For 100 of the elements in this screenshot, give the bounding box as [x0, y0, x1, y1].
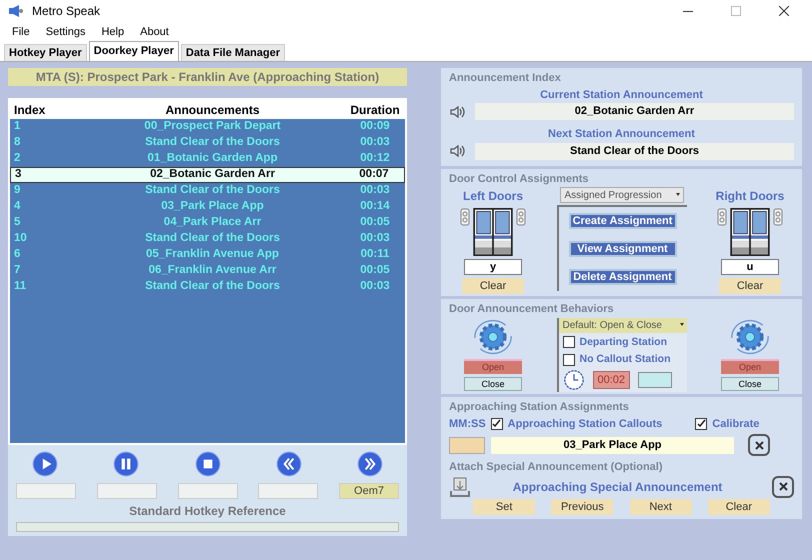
- special-button[interactable]: Next: [630, 498, 692, 514]
- time-field[interactable]: [449, 436, 485, 454]
- hotkey-field[interactable]: [16, 483, 76, 499]
- field-label: Current Station Announcement: [539, 88, 704, 102]
- table-cell-text: 7: [13, 263, 22, 278]
- group-title: Approaching Station Assignments: [449, 400, 629, 415]
- speaker-icon[interactable]: [449, 104, 467, 118]
- table-cell-text: 00_Prospect Park Depart: [143, 119, 282, 134]
- table-cell-text: Stand Clear of the Doors: [144, 135, 281, 150]
- menu-item[interactable]: File: [12, 24, 30, 40]
- switch-icon[interactable]: [516, 208, 526, 226]
- table-cell-text: Stand Clear of the Doors: [144, 231, 281, 246]
- field-label: Next Station Announcement: [547, 127, 696, 142]
- table-cell-text: 00:05: [359, 263, 391, 278]
- table-cell-text: 00:11: [360, 247, 390, 262]
- special-button[interactable]: Clear: [708, 498, 770, 514]
- left-doors-label: Left Doors: [463, 188, 523, 205]
- table-cell-text: 00:03: [359, 135, 391, 150]
- table-cell-text: 10: [13, 231, 28, 246]
- right-key-field[interactable]: u: [721, 259, 779, 275]
- reference-label: Standard Hotkey Reference: [128, 503, 287, 520]
- next-announcement-field: Stand Clear of the Doors: [475, 142, 794, 160]
- clear-button[interactable]: Clear: [719, 278, 781, 294]
- switch-icon[interactable]: [717, 208, 727, 226]
- time-format-label: MM:SS: [449, 416, 486, 432]
- assignment-button[interactable]: View Assignment: [568, 241, 676, 257]
- table-cell-text: 02_Botanic Garden Arr: [149, 167, 276, 182]
- checkbox[interactable]: [695, 418, 708, 430]
- play-button[interactable]: [32, 451, 58, 477]
- menu-item[interactable]: Help: [101, 24, 124, 40]
- app-icon: [8, 4, 24, 18]
- switch-icon[interactable]: [773, 208, 783, 226]
- menu-item[interactable]: About: [140, 24, 169, 40]
- table-cell-text: 9: [13, 183, 22, 198]
- close-door-button[interactable]: Close: [464, 376, 522, 390]
- table-cell-text: 00:03: [359, 183, 391, 198]
- tab[interactable]: Doorkey Player: [88, 41, 179, 61]
- table-cell-text: 4: [13, 199, 22, 214]
- hotkey-field[interactable]: [96, 483, 157, 499]
- left-key-field[interactable]: y: [464, 259, 522, 275]
- special-announcement-label: Approaching Special Announcement: [512, 478, 724, 496]
- stop-button[interactable]: [194, 451, 220, 477]
- group-title: Door Control Assignments: [449, 172, 589, 186]
- hotkey-field[interactable]: [258, 483, 318, 499]
- doors-icon: [473, 208, 513, 256]
- doors-icon: [730, 208, 770, 256]
- close-door-button[interactable]: Close: [721, 376, 779, 390]
- behavior-dropdown[interactable]: Default: Open & Close: [558, 318, 686, 332]
- table-cell-text: 5: [13, 215, 22, 230]
- right-doors-label: Right Doors: [716, 188, 784, 205]
- speaker-icon[interactable]: [449, 144, 467, 158]
- hotkey-field[interactable]: Oem7: [339, 483, 399, 499]
- window-title: Metro Speak: [32, 3, 100, 20]
- checkbox[interactable]: [562, 336, 574, 348]
- minimize-button[interactable]: [683, 10, 693, 12]
- color-field[interactable]: [638, 372, 672, 388]
- remove-button[interactable]: [772, 476, 794, 498]
- column-header: Duration: [349, 102, 401, 118]
- option-label: Departing Station: [580, 334, 668, 350]
- tab[interactable]: Hotkey Player: [4, 44, 87, 61]
- table-cell-text: 04_Park Place Arr: [162, 215, 262, 230]
- option-label: Approaching Station Callouts: [508, 416, 662, 432]
- assignment-button[interactable]: Delete Assignment: [568, 269, 676, 285]
- approaching-announcement-field: 03_Park Place App: [491, 436, 734, 454]
- table-cell-text: 3: [14, 167, 22, 182]
- table-cell-text: Stand Clear of the Doors: [144, 183, 281, 198]
- close-icon: [778, 482, 788, 491]
- table-cell-text: 2: [13, 151, 22, 166]
- assignment-button[interactable]: Create Assignment: [568, 213, 676, 229]
- table-cell-text: 01_Botanic Garden App: [146, 151, 278, 166]
- checkbox[interactable]: [562, 354, 574, 366]
- progression-dropdown[interactable]: Assigned Progression: [560, 187, 684, 203]
- table-row[interactable]: 3 02_Botanic Garden Arr 00:07: [10, 167, 405, 183]
- option-label: Calibrate: [712, 416, 760, 432]
- special-button[interactable]: Set: [473, 498, 536, 514]
- table-cell-text: 00:03: [359, 279, 391, 294]
- table-cell-text: 00:03: [359, 231, 391, 246]
- column-header: Announcements: [164, 102, 260, 118]
- tab[interactable]: Data File Manager: [180, 44, 286, 61]
- table-cell-text: Stand Clear of the Doors: [144, 279, 281, 294]
- clear-button[interactable]: Clear: [462, 278, 524, 294]
- table-cell-text: 03_Park Place App: [160, 199, 265, 214]
- forward-button[interactable]: [357, 451, 383, 477]
- pause-button[interactable]: [113, 451, 140, 477]
- close-button[interactable]: [779, 6, 789, 16]
- switch-icon[interactable]: [460, 208, 470, 226]
- route-banner: MTA (S): Prospect Park - Franklin Ave (Approaching Station): [8, 68, 407, 86]
- column-header: Index: [13, 102, 46, 118]
- table-cell-text: 06_Franklin Avenue Arr: [148, 263, 278, 278]
- remove-button[interactable]: [748, 434, 770, 456]
- download-icon[interactable]: [449, 476, 471, 498]
- special-button[interactable]: Previous: [551, 498, 614, 514]
- hotkey-field[interactable]: [178, 483, 238, 499]
- checkbox[interactable]: [490, 418, 503, 430]
- rewind-button[interactable]: [276, 451, 302, 477]
- menu-item[interactable]: Settings: [46, 24, 86, 40]
- table-cell-text: 05_Franklin Avenue App: [145, 247, 280, 262]
- table-cell-text: 00:05: [359, 215, 391, 230]
- table-cell-text: 00:07: [358, 167, 390, 182]
- table-cell-text: 6: [13, 247, 22, 262]
